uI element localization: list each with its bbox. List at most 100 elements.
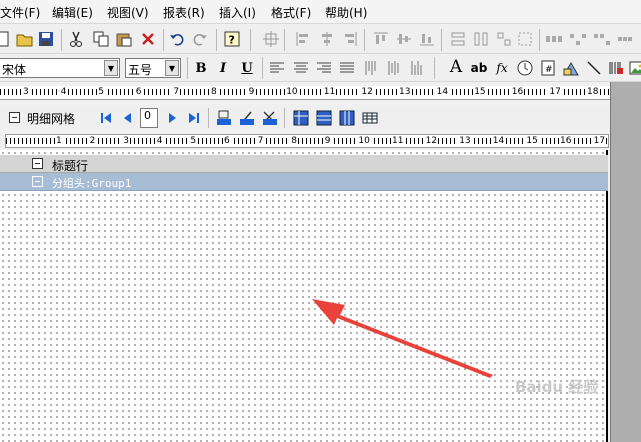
text-align-left-icon[interactable] xyxy=(268,59,286,77)
first-page-icon[interactable] xyxy=(99,110,113,126)
cut-icon[interactable] xyxy=(67,30,85,48)
delete-icon[interactable] xyxy=(139,30,157,48)
text-justify-icon[interactable] xyxy=(338,59,356,77)
save-icon[interactable] xyxy=(37,30,55,48)
v-align-bottom-icon[interactable] xyxy=(408,59,426,77)
ruler-number: 14 xyxy=(491,136,506,146)
same-height-icon[interactable] xyxy=(472,30,490,48)
top-ruler: 3 4 5 6 7 8 9 10 11 12 13 14 15 16 17 18 xyxy=(0,86,610,100)
toolbar-separator xyxy=(163,29,164,51)
paste-icon[interactable] xyxy=(115,30,133,48)
underline-button[interactable]: U xyxy=(238,59,256,77)
next-page-icon[interactable] xyxy=(165,110,179,126)
font-name-select[interactable]: 宋体 ▼ xyxy=(0,58,120,78)
new-file-icon[interactable] xyxy=(0,30,12,48)
grid-label: 明细网格 xyxy=(27,112,76,126)
align-left-icon[interactable] xyxy=(294,30,312,48)
grid-layout-2-icon[interactable] xyxy=(315,109,333,127)
toolbar-separator xyxy=(284,108,285,128)
image-tool-icon[interactable] xyxy=(628,59,641,77)
align-grid-icon[interactable] xyxy=(262,30,280,48)
page-number-input[interactable]: 0 xyxy=(140,108,158,128)
menu-help[interactable]: 帮助(H) xyxy=(325,4,367,21)
right-scroll-area[interactable] xyxy=(610,82,641,442)
toolbar-separator xyxy=(187,57,188,79)
text-align-center-icon[interactable] xyxy=(292,59,310,77)
menu-report[interactable]: 报表(R) xyxy=(163,4,205,21)
align-middle-icon[interactable] xyxy=(395,30,413,48)
menu-view[interactable]: 视图(V) xyxy=(107,4,149,21)
toolbar-separator xyxy=(61,29,62,51)
shape-tool-icon[interactable] xyxy=(562,59,580,77)
size-grid-icon[interactable] xyxy=(516,30,534,48)
band-title-row[interactable]: 标题行 xyxy=(0,155,608,173)
align-bottom-icon[interactable] xyxy=(418,30,436,48)
collapse-icon[interactable] xyxy=(32,176,43,187)
undo-icon[interactable] xyxy=(168,30,186,48)
dropdown-arrow-icon[interactable]: ▼ xyxy=(165,60,179,76)
band-group-header[interactable]: 分组头:Group1 xyxy=(0,173,608,191)
prev-page-icon[interactable] xyxy=(121,110,135,126)
page-number-icon[interactable]: # xyxy=(539,59,557,77)
same-size-icon[interactable] xyxy=(495,30,513,48)
font-size-select[interactable]: 五号 ▼ xyxy=(125,58,181,78)
v-align-middle-icon[interactable] xyxy=(385,59,403,77)
same-width-icon[interactable] xyxy=(449,30,467,48)
align-top-icon[interactable] xyxy=(372,30,390,48)
ruler-number: 10 xyxy=(285,87,299,97)
menu-bar: 文件(F) 编辑(E) 视图(V) 报表(R) 插入(I) 格式(F) 帮助(H… xyxy=(0,0,641,24)
bold-button[interactable]: B xyxy=(192,59,210,77)
sql-query-icon[interactable] xyxy=(215,109,233,127)
menu-format[interactable]: 格式(F) xyxy=(271,4,311,21)
text-align-right-icon[interactable] xyxy=(315,59,333,77)
align-center-icon[interactable] xyxy=(318,30,336,48)
toolbar-separator xyxy=(364,29,365,51)
ruler-number: 14 xyxy=(435,87,450,97)
redo-icon[interactable] xyxy=(191,30,209,48)
collapse-icon[interactable] xyxy=(32,158,43,169)
line-tool-icon[interactable] xyxy=(585,59,603,77)
band-title-label: 标题行 xyxy=(52,159,89,173)
barcode-tool-icon[interactable] xyxy=(607,59,625,77)
toolbar-separator xyxy=(250,29,251,51)
toolbar-separator xyxy=(208,108,209,128)
grid-layout-4-icon[interactable] xyxy=(361,109,379,127)
field-bind-icon[interactable] xyxy=(238,109,256,127)
formula-tool[interactable]: fx xyxy=(493,59,511,77)
grid-layout-3-icon[interactable] xyxy=(338,109,356,127)
h-spacing-remove-icon[interactable] xyxy=(617,30,635,48)
ruler-number: 9 xyxy=(247,87,256,97)
ruler-number: 13 xyxy=(458,136,472,146)
open-folder-icon[interactable] xyxy=(16,30,34,48)
ruler-number: 8 xyxy=(210,87,218,97)
clock-icon[interactable] xyxy=(516,59,534,77)
last-page-icon[interactable] xyxy=(187,110,201,126)
svg-text:?: ? xyxy=(229,34,235,47)
field-remove-icon[interactable] xyxy=(261,109,279,127)
ruler-number: 10 xyxy=(357,136,371,146)
copy-icon[interactable] xyxy=(92,30,110,48)
baidu-watermark: Baidu 经验 xyxy=(515,376,607,416)
h-spacing-inc-icon[interactable] xyxy=(569,30,587,48)
static-text-tool[interactable]: A xyxy=(447,57,465,77)
menu-edit[interactable]: 编辑(E) xyxy=(52,4,93,21)
h-spacing-dec-icon[interactable] xyxy=(593,30,611,48)
font-size-value: 五号 xyxy=(128,63,153,77)
h-spacing-icon[interactable] xyxy=(545,30,563,48)
band-group-label: 分组头:Group1 xyxy=(52,177,132,190)
dropdown-arrow-icon[interactable]: ▼ xyxy=(104,60,118,76)
ruler-number: 5 xyxy=(189,136,198,146)
ruler-number: 8 xyxy=(290,136,298,146)
grid-layout-1-icon[interactable] xyxy=(292,109,310,127)
ruler-number: 12 xyxy=(360,87,374,97)
help-icon[interactable]: ? xyxy=(223,30,241,48)
edit-text-tool[interactable]: ab xyxy=(470,59,488,77)
menu-insert[interactable]: 插入(I) xyxy=(219,4,256,21)
v-align-top-icon[interactable] xyxy=(362,59,380,77)
italic-button[interactable]: I xyxy=(214,59,232,77)
ruler-number: 11 xyxy=(322,87,337,97)
collapse-icon[interactable] xyxy=(9,112,20,123)
align-right-icon[interactable] xyxy=(341,30,359,48)
ruler-number: 7 xyxy=(172,87,181,97)
menu-file[interactable]: 文件(F) xyxy=(0,4,40,21)
